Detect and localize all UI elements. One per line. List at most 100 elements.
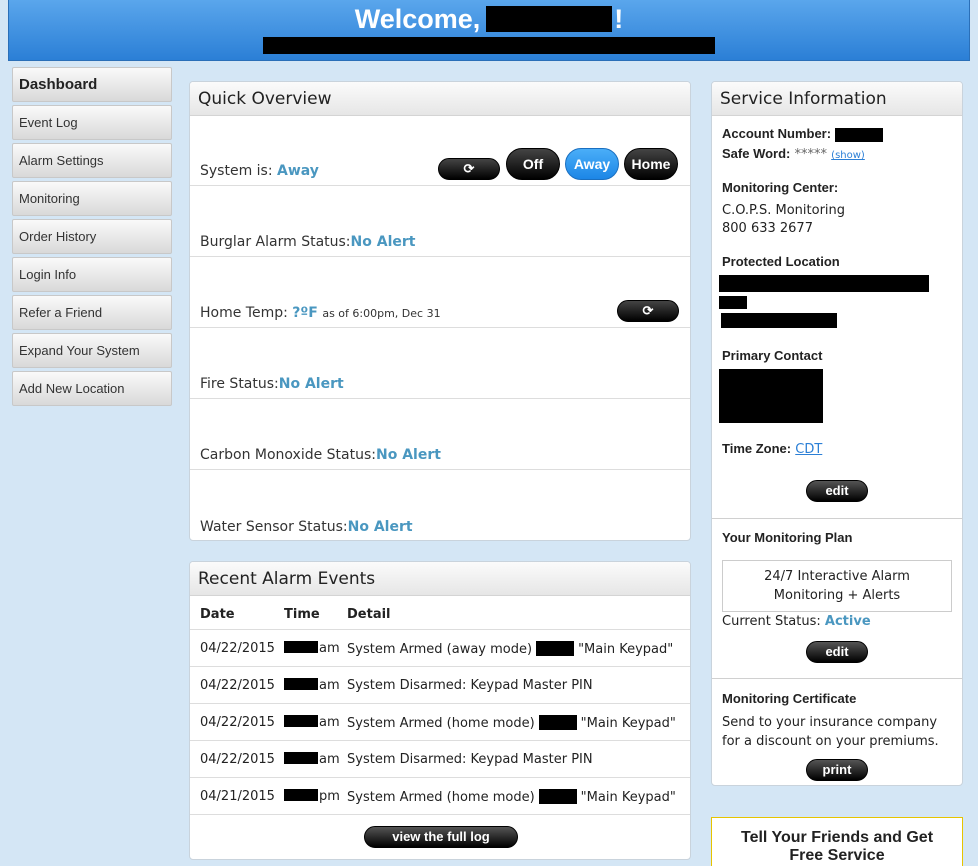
event-detail: System Armed (home mode) "Main Keypad" [347,789,676,805]
redacted-location-line1 [719,275,929,292]
refresh-icon: ⟳ [463,161,475,176]
sidebar-nav: Dashboard Event Log Alarm Settings Monit… [12,67,172,409]
event-date: 04/22/2015 [200,752,275,767]
arm-home-button[interactable]: Home [624,148,678,180]
water-status-label: Water Sensor Status: [200,519,348,535]
event-time: am [284,641,340,656]
show-safe-word-link[interactable]: (show) [831,150,865,161]
event-detail: System Armed (away mode) "Main Keypad" [347,641,674,657]
burglar-status-row: Burglar Alarm Status:No Alert [190,186,690,257]
event-date: 04/21/2015 [200,789,275,804]
monitoring-plan-label: Your Monitoring Plan [722,530,853,545]
event-time: am [284,715,340,730]
co-status-value: No Alert [376,447,441,463]
arm-away-button[interactable]: Away [565,148,619,180]
event-detail: System Armed (home mode) "Main Keypad" [347,715,676,731]
monitoring-plan-line2: Monitoring + Alerts [773,588,901,603]
home-temp-row: Home Temp: ?ºF as of 6:00pm, Dec 31 ⟳ [190,257,690,328]
welcome-title: Welcome,! [9,4,969,34]
tell-friends-line2: Free Service [789,847,885,864]
event-date: 04/22/2015 [200,715,275,730]
time-zone-link[interactable]: CDT [795,442,822,457]
event-detail: System Disarmed: Keypad Master PIN [347,678,593,693]
monitoring-certificate-label: Monitoring Certificate [722,691,857,706]
water-status-value: No Alert [347,519,413,535]
primary-contact-label: Primary Contact [722,348,823,363]
divider [712,518,962,519]
redacted-location-line3 [721,313,837,328]
refresh-temp-button[interactable]: ⟳ [617,300,679,322]
sidebar-item-dashboard[interactable]: Dashboard [12,67,172,102]
redacted-header-subtitle [263,37,715,54]
service-information-title: Service Information [712,82,962,116]
sidebar-item-refer-a-friend[interactable]: Refer a Friend [12,295,172,330]
col-detail-header: Detail [347,607,391,622]
table-row: 04/22/2015 am System Disarmed: Keypad Ma… [190,741,690,778]
col-time-header: Time [284,607,320,622]
event-time: am [284,752,340,767]
table-row: 04/22/2015 am System Armed (away mode) "M… [190,630,690,667]
safe-word-value: ***** [794,147,828,162]
current-status-label: Current Status: [722,614,821,629]
monitoring-center-phone: 800 633 2677 [722,221,813,236]
redacted-username [486,6,613,32]
edit-service-info-button[interactable]: edit [806,480,868,502]
quick-overview-panel: Quick Overview System is: Away ⟳ Off Awa… [189,81,691,541]
sidebar-item-event-log[interactable]: Event Log [12,105,172,140]
certificate-desc-line2: for a discount on your premiums. [722,734,939,749]
co-status-row: Carbon Monoxide Status:No Alert [190,399,690,470]
sidebar-item-expand-your-system[interactable]: Expand Your System [12,333,172,368]
divider [712,678,962,679]
event-date: 04/22/2015 [200,641,275,656]
redacted-account-number [835,127,884,142]
safe-word-label: Safe Word: [722,146,791,161]
tell-friends-banner[interactable]: Tell Your Friends and Get Free Service [711,817,963,866]
recent-alarm-events-panel: Recent Alarm Events Date Time Detail 04/… [189,561,691,860]
fire-status-label: Fire Status: [200,376,279,392]
quick-overview-title: Quick Overview [190,82,690,116]
home-temp-value: ?ºF [292,305,318,321]
sidebar-item-login-info[interactable]: Login Info [12,257,172,292]
redacted-user [538,715,577,730]
edit-monitoring-plan-button[interactable]: edit [806,641,868,663]
system-status-value: Away [277,163,319,179]
tell-friends-line1: Tell Your Friends and Get [740,829,934,846]
sidebar-item-order-history[interactable]: Order History [12,219,172,254]
event-date: 04/22/2015 [200,678,275,693]
sidebar-item-monitoring[interactable]: Monitoring [12,181,172,216]
redacted-location-line2 [719,296,747,309]
arm-off-button[interactable]: Off [506,148,560,180]
monitoring-plan-line1: 24/7 Interactive Alarm [764,569,910,584]
system-status-row: System is: Away ⟳ Off Away Home [190,116,690,186]
refresh-system-button[interactable]: ⟳ [438,158,500,180]
service-information-panel: Service Information Account Number: Safe… [711,81,963,786]
monitoring-center-label: Monitoring Center: [722,180,839,195]
table-row: 04/22/2015 am System Armed (home mode) "M… [190,704,690,741]
welcome-header: Welcome,! [8,0,970,61]
redacted-user [538,789,577,804]
col-date-header: Date [200,607,235,622]
time-zone-label: Time Zone: [722,441,792,456]
sidebar-item-alarm-settings[interactable]: Alarm Settings [12,143,172,178]
redacted-primary-contact [719,369,823,423]
print-certificate-button[interactable]: print [806,759,868,781]
redacted-time [284,678,318,690]
refresh-icon: ⟳ [642,303,654,318]
view-full-log-button[interactable]: view the full log [364,826,518,848]
monitoring-center-name: C.O.P.S. Monitoring [722,203,846,218]
event-detail: System Disarmed: Keypad Master PIN [347,752,593,767]
monitoring-plan-box: 24/7 Interactive Alarm Monitoring + Aler… [722,560,952,612]
certificate-desc-line1: Send to your insurance company [722,715,938,730]
burglar-status-label: Burglar Alarm Status: [200,234,351,250]
fire-status-row: Fire Status:No Alert [190,328,690,399]
welcome-text: Welcome, [354,4,481,34]
events-table-header: Date Time Detail [190,596,690,630]
home-temp-asof: as of 6:00pm, Dec 31 [322,307,441,320]
water-status-row: Water Sensor Status:No Alert [190,470,690,540]
table-row: 04/22/2015 am System Disarmed: Keypad Ma… [190,667,690,704]
redacted-time [284,752,318,764]
burglar-status-value: No Alert [350,234,416,250]
welcome-exclaim: ! [614,4,624,34]
sidebar-item-add-new-location[interactable]: Add New Location [12,371,172,406]
home-temp-label: Home Temp: [200,305,288,321]
